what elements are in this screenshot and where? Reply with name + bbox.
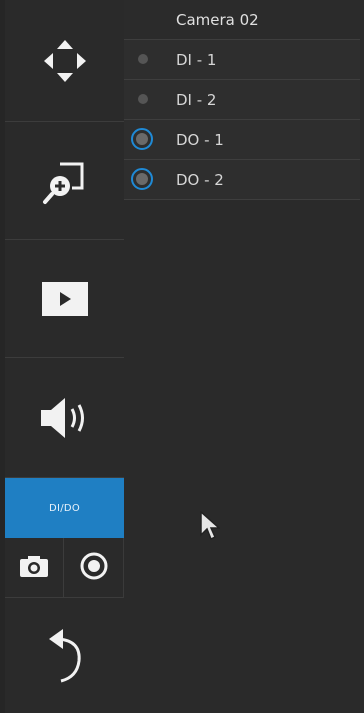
record-icon bbox=[79, 551, 109, 585]
di-1-label: DI - 1 bbox=[176, 50, 217, 69]
snapshot-button[interactable] bbox=[5, 538, 64, 598]
camera-icon bbox=[19, 554, 49, 582]
back-button[interactable] bbox=[5, 598, 124, 713]
mouse-pointer-icon bbox=[200, 510, 221, 545]
digital-zoom-icon bbox=[38, 154, 92, 208]
dido-button[interactable]: DI/DO bbox=[5, 478, 124, 538]
di-2-row: DI - 2 bbox=[124, 80, 360, 120]
do-2-row[interactable]: DO - 2 bbox=[124, 160, 360, 200]
do-1-row[interactable]: DO - 1 bbox=[124, 120, 360, 160]
speaker-icon bbox=[37, 395, 93, 441]
do-1-label: DO - 1 bbox=[176, 130, 224, 149]
do-2-label: DO - 2 bbox=[176, 170, 224, 189]
di-status-indicator bbox=[138, 94, 148, 104]
do-toggle-radio[interactable] bbox=[131, 128, 153, 150]
left-toolbar: DI/DO bbox=[0, 0, 124, 713]
ptz-button[interactable] bbox=[5, 0, 124, 122]
di-status-indicator bbox=[138, 54, 148, 64]
undo-arrow-icon bbox=[43, 627, 87, 685]
do-toggle-radio[interactable] bbox=[131, 168, 153, 190]
camera-title: Camera 02 bbox=[176, 10, 259, 29]
record-button[interactable] bbox=[64, 538, 123, 598]
di-2-label: DI - 2 bbox=[176, 90, 217, 109]
ptz-arrows-icon bbox=[40, 36, 90, 86]
dido-panel: Camera 02 DI - 1 DI - 2 DO - 1 DO - 2 bbox=[124, 0, 364, 713]
play-icon bbox=[41, 281, 88, 316]
digital-zoom-button[interactable] bbox=[5, 122, 124, 240]
panel-empty-area bbox=[124, 200, 360, 713]
dido-label: DI/DO bbox=[48, 502, 81, 514]
playback-button[interactable] bbox=[5, 240, 124, 358]
audio-button[interactable] bbox=[5, 358, 124, 478]
di-1-row: DI - 1 bbox=[124, 40, 360, 80]
camera-title-row: Camera 02 bbox=[124, 0, 360, 40]
